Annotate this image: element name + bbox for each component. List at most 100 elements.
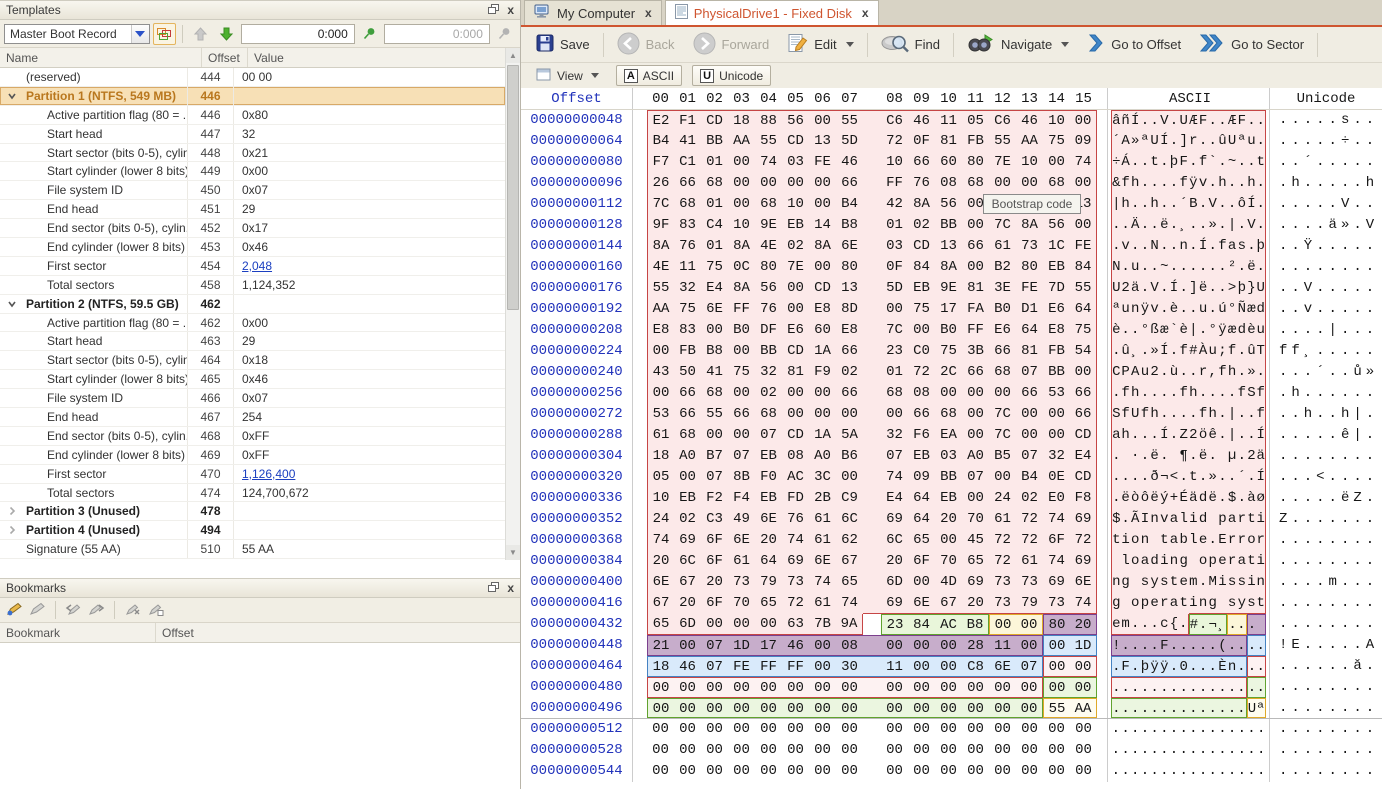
- ascii-char-cell[interactable]: a: [1227, 236, 1237, 257]
- hex-byte-cell[interactable]: 00: [755, 740, 782, 761]
- row-offset[interactable]: 00000000384: [521, 551, 633, 572]
- ascii-char-cell[interactable]: .: [1159, 404, 1169, 425]
- ascii-char-cell[interactable]: À: [1198, 341, 1208, 362]
- unicode-char-cell[interactable]: .: [1351, 131, 1363, 152]
- unicode-char-cell[interactable]: .: [1314, 740, 1326, 761]
- ascii-char-cell[interactable]: .: [1198, 740, 1208, 761]
- ascii-char-cell[interactable]: .: [1208, 236, 1218, 257]
- ascii-char-cell[interactable]: ù: [1169, 362, 1179, 383]
- hex-byte-cell[interactable]: 66: [1070, 404, 1097, 425]
- unicode-char-cell[interactable]: ů: [1351, 362, 1363, 383]
- unicode-char-cell[interactable]: .: [1327, 236, 1339, 257]
- ascii-char-cell[interactable]: ø: [1256, 488, 1266, 509]
- ascii-char-cell[interactable]: d: [1150, 551, 1160, 572]
- unicode-char-cell[interactable]: .: [1289, 131, 1301, 152]
- ascii-char-cell[interactable]: n: [1227, 656, 1237, 677]
- ascii-char-cell[interactable]: C: [1111, 362, 1121, 383]
- hex-byte-cell[interactable]: 00: [701, 320, 728, 341]
- ascii-char-cell[interactable]: e: [1150, 593, 1160, 614]
- ascii-char-cell[interactable]: .: [1179, 614, 1189, 635]
- hex-byte-cell[interactable]: 70: [962, 509, 989, 530]
- ascii-char-cell[interactable]: A: [1121, 131, 1131, 152]
- ascii-char-cell[interactable]: µ: [1227, 446, 1237, 467]
- hex-byte-cell[interactable]: 8A: [728, 278, 755, 299]
- hex-byte-cell[interactable]: 7B: [809, 614, 836, 635]
- hex-byte-cell[interactable]: 0F: [881, 257, 908, 278]
- ascii-char-cell[interactable]: û: [1121, 341, 1131, 362]
- unicode-char-cell[interactable]: .: [1277, 362, 1289, 383]
- hex-byte-cell[interactable]: 0E: [1043, 467, 1070, 488]
- ascii-char-cell[interactable]: .: [1256, 257, 1266, 278]
- ascii-char-cell[interactable]: .: [1130, 740, 1140, 761]
- unicode-char-cell[interactable]: .: [1302, 194, 1314, 215]
- unicode-char-cell[interactable]: <: [1314, 467, 1326, 488]
- hex-byte-cell[interactable]: 00: [728, 761, 755, 782]
- template-field-row[interactable]: Start sector (bits 0-5), cylin...4480x21: [0, 144, 505, 163]
- ascii-char-cell[interactable]: .: [1130, 320, 1140, 341]
- unicode-char-cell[interactable]: .: [1327, 446, 1339, 467]
- template-field-row[interactable]: File system ID4500x07: [0, 181, 505, 200]
- ascii-char-cell[interactable]: .: [1218, 257, 1228, 278]
- unicode-char-cell[interactable]: .: [1351, 572, 1363, 593]
- unicode-char-cell[interactable]: .: [1314, 110, 1326, 131]
- unicode-char-cell[interactable]: .: [1289, 320, 1301, 341]
- ascii-char-cell[interactable]: .: [1159, 173, 1169, 194]
- ascii-char-cell[interactable]: t: [1189, 467, 1199, 488]
- forward-button[interactable]: Forward: [684, 30, 779, 59]
- hex-byte-cell[interactable]: 66: [1070, 383, 1097, 404]
- ascii-char-cell[interactable]: ÿ: [1189, 173, 1199, 194]
- hex-byte-cell[interactable]: 10: [1043, 110, 1070, 131]
- ascii-char-cell[interactable]: ð: [1150, 467, 1160, 488]
- template-field-row[interactable]: Start head44732: [0, 125, 505, 144]
- ascii-char-cell[interactable]: n: [1198, 593, 1208, 614]
- hex-byte-cell[interactable]: FF: [881, 173, 908, 194]
- ascii-char-cell[interactable]: Ñ: [1237, 299, 1247, 320]
- unicode-char-cell[interactable]: .: [1302, 467, 1314, 488]
- hex-byte-cell[interactable]: 00: [728, 425, 755, 446]
- hex-byte-cell[interactable]: 4E: [755, 236, 782, 257]
- ascii-char-cell[interactable]: n: [1179, 236, 1189, 257]
- hex-byte-cell[interactable]: 32: [1043, 446, 1070, 467]
- hex-byte-cell[interactable]: 00: [647, 698, 674, 718]
- hex-byte-cell[interactable]: 81: [935, 131, 962, 152]
- ascii-char-cell[interactable]: .: [1189, 404, 1199, 425]
- hex-byte-cell[interactable]: 02: [1016, 488, 1043, 509]
- hex-byte-cell[interactable]: 00: [1043, 635, 1070, 656]
- ascii-char-cell[interactable]: u: [1198, 299, 1208, 320]
- hex-byte-cell[interactable]: 00: [881, 677, 908, 698]
- ascii-char-cell[interactable]: .: [1256, 656, 1266, 677]
- hex-byte-cell[interactable]: 74: [881, 467, 908, 488]
- ascii-char-cell[interactable]: `: [1169, 320, 1179, 341]
- hex-byte-cell[interactable]: 00: [908, 761, 935, 782]
- hex-byte-cell[interactable]: 7E: [989, 152, 1016, 173]
- ascii-char-cell[interactable]: >: [1227, 278, 1237, 299]
- unicode-char-cell[interactable]: .: [1351, 614, 1363, 635]
- hex-byte-cell[interactable]: 08: [836, 635, 863, 656]
- hex-byte-cell[interactable]: 43: [647, 362, 674, 383]
- ascii-char-cell[interactable]: .: [1130, 719, 1140, 740]
- hex-byte-cell[interactable]: 61: [647, 425, 674, 446]
- ascii-char-cell[interactable]: a: [1169, 530, 1179, 551]
- ascii-char-cell[interactable]: .: [1247, 740, 1257, 761]
- ascii-char-cell[interactable]: .: [1169, 404, 1179, 425]
- hex-byte-cell[interactable]: 23: [881, 341, 908, 362]
- hex-byte-cell[interactable]: 00: [674, 635, 701, 656]
- unicode-char-cell[interactable]: .: [1277, 698, 1289, 718]
- hex-byte-cell[interactable]: 00: [782, 299, 809, 320]
- row-offset[interactable]: 00000000480: [521, 677, 633, 698]
- unicode-char-cell[interactable]: .: [1277, 152, 1289, 173]
- unicode-char-cell[interactable]: .: [1302, 530, 1314, 551]
- hex-byte-cell[interactable]: 00: [674, 467, 701, 488]
- row-offset[interactable]: 00000000336: [521, 488, 633, 509]
- hex-byte-cell[interactable]: 74: [836, 593, 863, 614]
- ascii-char-cell[interactable]: t: [1159, 530, 1169, 551]
- ascii-char-cell[interactable]: .: [1198, 719, 1208, 740]
- hex-byte-cell[interactable]: 88: [755, 110, 782, 131]
- hex-byte-cell[interactable]: 00: [1070, 719, 1097, 740]
- unicode-char-cell[interactable]: .: [1314, 530, 1326, 551]
- hex-byte-cell[interactable]: 69: [1070, 509, 1097, 530]
- hex-byte-cell[interactable]: 09: [1070, 131, 1097, 152]
- ascii-char-cell[interactable]: f: [1121, 173, 1131, 194]
- ascii-char-cell[interactable]: .: [1150, 740, 1160, 761]
- unicode-char-cell[interactable]: .: [1351, 593, 1363, 614]
